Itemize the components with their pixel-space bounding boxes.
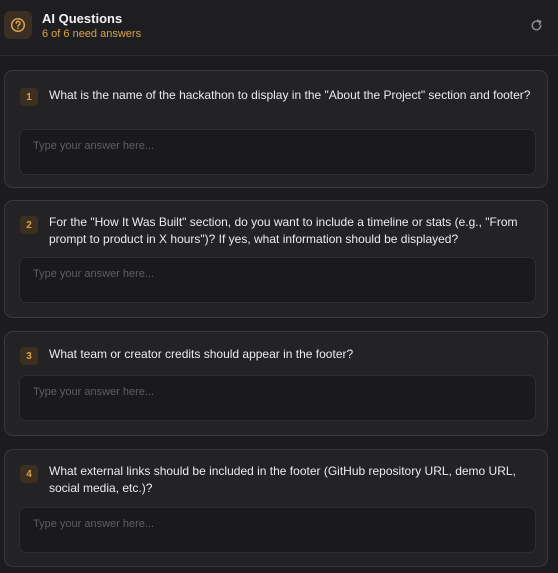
- question-text: What external links should be included i…: [49, 464, 516, 495]
- answer-input[interactable]: [19, 375, 536, 421]
- answer-input[interactable]: [19, 507, 536, 553]
- panel-title: AI Questions: [42, 11, 123, 26]
- panel-header: AI Questions 6 of 6 need answers: [0, 0, 558, 56]
- refresh-icon: [530, 19, 542, 30]
- question-text: What is the name of the hackathon to dis…: [49, 88, 531, 102]
- question-number: 2: [20, 216, 38, 234]
- question-number: 1: [20, 88, 38, 106]
- answers-status: 6 of 6 need answers: [42, 28, 142, 40]
- ai-questions-panel: AI Questions 6 of 6 need answers 1 What …: [0, 0, 558, 573]
- question-circle-icon: [4, 11, 32, 39]
- question-number: 3: [20, 347, 38, 365]
- question-card: 2 For the "How It Was Built" section, do…: [4, 200, 548, 318]
- question-number: 4: [20, 465, 38, 483]
- question-card: 4 What external links should be included…: [4, 449, 548, 567]
- answer-input[interactable]: [19, 129, 536, 175]
- question-text: For the "How It Was Built" section, do y…: [49, 215, 518, 246]
- refresh-button[interactable]: [528, 17, 544, 33]
- question-card: 1 What is the name of the hackathon to d…: [4, 70, 548, 188]
- answer-input[interactable]: [19, 257, 536, 303]
- question-text: What team or creator credits should appe…: [49, 347, 354, 361]
- question-card: 3 What team or creator credits should ap…: [4, 331, 548, 436]
